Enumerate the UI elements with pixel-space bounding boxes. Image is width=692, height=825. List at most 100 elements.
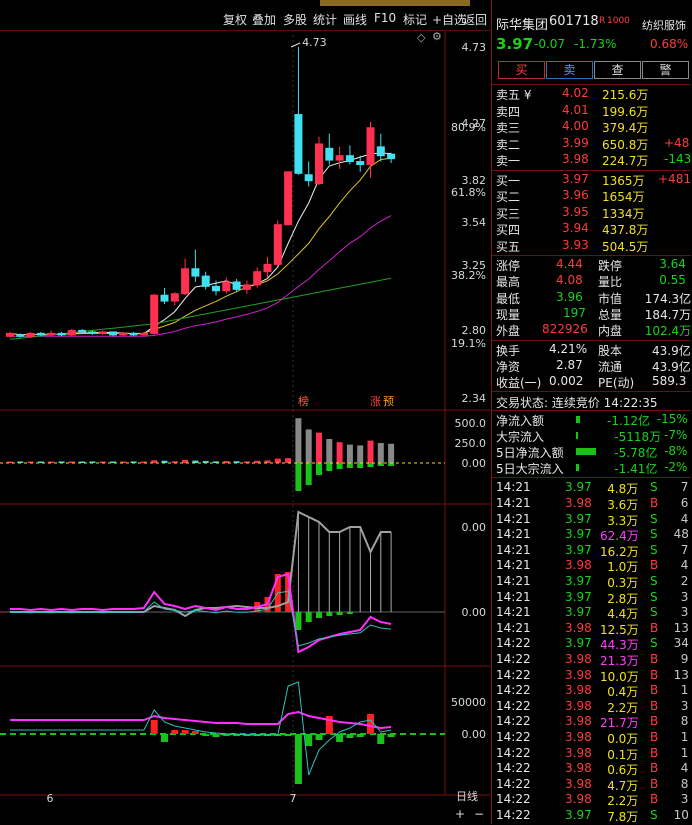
order-price: 3.93 [562, 237, 589, 252]
order-label: 卖三 [496, 121, 521, 135]
tick-count: 7 [680, 542, 689, 557]
tick-volume: 62.4万 [600, 529, 639, 544]
sell-order-row[interactable]: 卖五 ¥ 4.02 215.6万 [492, 86, 691, 102]
stat-value: 43.9亿 [652, 343, 691, 358]
tick-count: 8 [680, 714, 689, 729]
ind2-bar [171, 730, 179, 734]
tick-price: 3.98 [565, 761, 592, 776]
sell-order-row[interactable]: 卖一 3.98 224.7万 -143 [492, 152, 691, 168]
flow-value: -5118万 [614, 430, 662, 445]
tick-time: 14:22 [496, 636, 531, 651]
buy-order-row[interactable]: 买二 3.96 1654万 [492, 188, 691, 204]
candle-body [26, 332, 35, 337]
order-volume: 1365万 [602, 173, 645, 188]
tick-count: 3 [680, 698, 689, 713]
sell-order-row[interactable]: 卖三 4.00 379.4万 [492, 119, 691, 135]
volume-net-bar [336, 463, 343, 469]
candle-body [16, 334, 25, 337]
alert-button[interactable]: 警 [642, 61, 689, 79]
zoom-out-button[interactable]: − [474, 807, 484, 821]
ind2-bar [377, 734, 385, 744]
stat-value: 3.64 [659, 257, 686, 271]
candle-body [387, 153, 396, 160]
moving-average-lines [9, 152, 392, 340]
stat-row: 涨停 4.44 跌停 3.64 [492, 257, 691, 273]
diamond-icon[interactable]: ◇ [417, 31, 425, 44]
query-button[interactable]: 查 [594, 61, 641, 79]
toolbar-multi-stock-button[interactable]: 多股 [283, 11, 307, 28]
tick-time: 14:21 [496, 620, 531, 635]
stat-value: 2.87 [556, 357, 583, 372]
sell-button[interactable]: 卖 [546, 61, 593, 79]
toolbar-stats-button[interactable]: 统计 [313, 11, 337, 28]
stat-value: 4.44 [556, 257, 583, 271]
tick-time: 14:22 [496, 808, 531, 822]
sell-order-row[interactable]: 卖二 3.99 650.8万 +48 [492, 136, 691, 152]
tick-row: 14:21 3.97 3.3万 S 4 [492, 512, 691, 528]
ind1-green-bar [346, 612, 353, 614]
tick-side: B [650, 698, 659, 713]
toolbar-fuquan-button[interactable]: 复权 [223, 11, 247, 28]
ind2-bar [202, 734, 210, 736]
sector-name[interactable]: 纺织服饰 [642, 17, 686, 33]
tick-time: 14:22 [496, 667, 531, 682]
candle-body [376, 146, 385, 157]
toolbar-add-watchlist-button[interactable]: +自选 [432, 11, 466, 28]
volume-bar [326, 439, 333, 463]
order-label: 买四 [496, 223, 521, 237]
buy-order-row[interactable]: 买四 3.94 437.8万 [492, 221, 691, 237]
order-volume: 379.4万 [602, 121, 649, 135]
tick-volume: 2.2万 [607, 700, 639, 715]
toolbar-back-button[interactable]: 返回 [463, 11, 487, 28]
stat-row: 换手 4.21% 股本 43.9亿 [492, 342, 691, 358]
tick-side: B [650, 620, 659, 635]
volume-bar [367, 440, 374, 463]
price-tick: 2.34 [462, 392, 487, 405]
zoom-in-button[interactable]: + [455, 807, 465, 821]
ind1-gray-line [10, 510, 392, 618]
tick-row: 14:21 3.98 1.0万 B 4 [492, 558, 691, 574]
candle-body [253, 271, 262, 286]
buy-order-row[interactable]: 买一 3.97 1365万 +481 [492, 172, 691, 188]
tick-price: 3.98 [565, 620, 592, 635]
tick-volume: 10.0万 [600, 669, 639, 684]
tick-volume: 1.0万 [607, 560, 639, 575]
ind2-bar [191, 731, 199, 734]
toolbar-f10-button[interactable]: F10 [374, 11, 396, 25]
ind1-cyan-line [10, 590, 392, 647]
buy-button[interactable]: 买 [498, 61, 545, 79]
settings-icon[interactable]: ⚙ [432, 30, 442, 43]
pct-tick: 80.9% [451, 121, 486, 134]
order-label: 买二 [496, 190, 521, 204]
order-volume: 504.5万 [602, 239, 649, 254]
tick-price: 3.97 [565, 527, 592, 542]
tick-side: B [650, 496, 659, 510]
volume-bar [295, 418, 302, 463]
candle-body [304, 174, 313, 182]
candle-body [36, 332, 45, 336]
tick-volume: 4.8万 [607, 482, 639, 497]
buy-order-row[interactable]: 买三 3.95 1334万 [492, 205, 691, 221]
volume-tick: 250.0 [455, 437, 487, 450]
toolbar-overlay-button[interactable]: 叠加 [252, 11, 276, 28]
candle-body [232, 281, 241, 290]
tick-volume: 16.2万 [600, 544, 639, 559]
candle-body [98, 331, 107, 334]
kline-chart[interactable]: 4.734.273.823.543.252.802.3480.9%61.8%38… [0, 30, 490, 824]
stat-value: 184.7万 [644, 307, 692, 322]
buy-order-row[interactable]: 买五 3.93 504.5万 [492, 238, 691, 254]
stat-row: 现量 197 总量 184.7万 [492, 306, 691, 322]
stat-label: 内盘 [598, 324, 623, 339]
candle-body [57, 332, 66, 336]
indicator1-pane [0, 510, 445, 654]
tick-time: 14:21 [496, 496, 531, 510]
stat-value: 822926 [542, 322, 588, 337]
stat-row: 收益(一) 0.002 PE(动) 589.3 [492, 374, 691, 390]
stat-label: 总量 [598, 307, 623, 322]
tick-count: 8 [680, 776, 689, 791]
price-tick: 2.80 [462, 324, 487, 337]
tick-time: 14:22 [496, 730, 531, 744]
toolbar-draw-button[interactable]: 画线 [343, 11, 367, 28]
toolbar-mark-button[interactable]: 标记 [403, 11, 427, 28]
sell-order-row[interactable]: 卖四 4.01 199.6万 [492, 103, 691, 119]
